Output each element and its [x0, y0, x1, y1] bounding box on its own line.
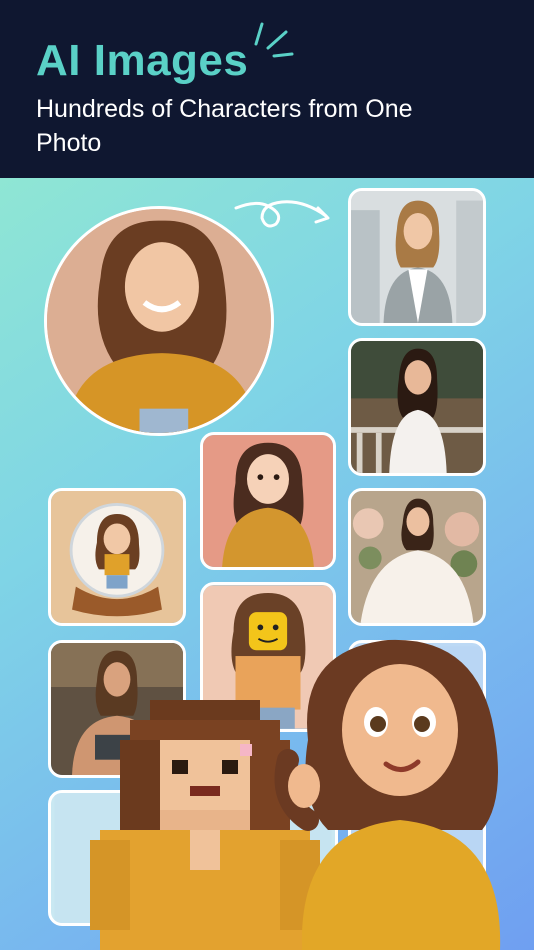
toy-brick-minifigure — [200, 582, 336, 732]
original-portrait-photo — [44, 206, 274, 436]
app-promo-screen: AI Images Hundreds of Characters from On… — [0, 0, 534, 950]
pixel-block-character-frame — [48, 790, 338, 926]
business-blazer-photo — [348, 188, 486, 326]
bridal-gown-photo — [348, 488, 486, 626]
snow-globe-figurine — [48, 488, 186, 626]
page-subtitle: Hundreds of Characters from One Photo — [36, 95, 413, 157]
white-dress-balcony-photo — [348, 338, 486, 476]
fitness-gym-photo — [48, 640, 186, 778]
sparkle-lines-icon — [254, 22, 294, 58]
page-title: AI Images — [36, 36, 249, 85]
curly-arrow-icon — [234, 200, 330, 228]
anime-sticker-illustration — [200, 432, 336, 570]
3d-animated-character-frame — [348, 640, 486, 926]
header-banner: AI Images Hundreds of Characters from On… — [0, 0, 534, 178]
